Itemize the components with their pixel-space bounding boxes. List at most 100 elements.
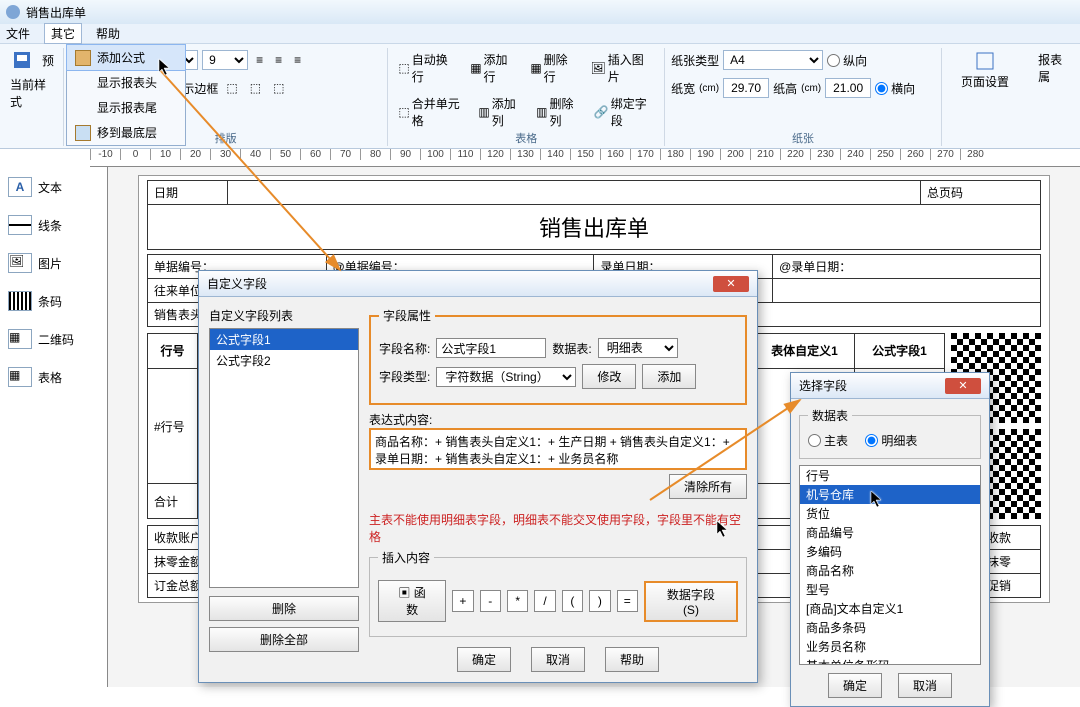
portrait-radio[interactable]: 纵向 <box>827 52 867 69</box>
field-option[interactable]: 商品多条码 <box>800 618 980 637</box>
menu-move-bottom[interactable]: 移到最底层 <box>67 120 185 145</box>
dlg2-ok[interactable]: 确定 <box>828 673 882 698</box>
ruler-vertical <box>90 167 108 687</box>
field-option[interactable]: 货位 <box>800 504 980 523</box>
valign-mid-icon[interactable]: ⬚ <box>246 78 265 98</box>
field-option[interactable]: [商品]文本自定义1 <box>800 599 980 618</box>
dlg2-cancel[interactable]: 取消 <box>898 673 952 698</box>
op-minus[interactable]: - <box>480 590 501 612</box>
insert-fieldset: 插入内容 ▣ 函数 + - * / ( ) = 数据字段(S) <box>369 549 747 637</box>
window-title: 销售出库单 <box>26 4 86 21</box>
palette-barcode[interactable]: 条码 <box>4 287 86 315</box>
bindfield-button[interactable]: 🔗 绑定字段 <box>590 92 658 132</box>
op-plus[interactable]: + <box>452 590 473 612</box>
field-item-2[interactable]: 公式字段2 <box>210 350 358 371</box>
field-option[interactable]: 型号 <box>800 580 980 599</box>
field-option[interactable]: 多编码 <box>800 542 980 561</box>
delcol-button[interactable]: ▥ 删除列 <box>532 92 586 132</box>
autowrap-button[interactable]: ⬚ 自动换行 <box>394 48 462 88</box>
menu-other[interactable]: 其它 <box>44 23 82 44</box>
main-table-radio[interactable]: 主表 <box>808 432 848 449</box>
valign-bot-icon[interactable]: ⬚ <box>269 78 288 98</box>
data-table-select[interactable]: 明细表 <box>598 338 678 358</box>
dlg1-close[interactable]: ✕ <box>713 276 749 292</box>
dlg1-title: 自定义字段 <box>207 275 267 292</box>
cancel-button[interactable]: 取消 <box>531 647 585 672</box>
group-paper-label: 纸张 <box>665 130 941 146</box>
op-rparen[interactable]: ) <box>589 590 610 612</box>
cursor-icon <box>870 490 884 508</box>
paper-select[interactable]: A4 <box>723 50 823 70</box>
detail-table-radio[interactable]: 明细表 <box>865 432 917 449</box>
addrow-button[interactable]: ▦ 添加行 <box>466 48 522 88</box>
op-lparen[interactable]: ( <box>562 590 583 612</box>
ok-button[interactable]: 确定 <box>457 647 511 672</box>
select-field-dialog: 选择字段 ✕ 数据表 主表 明细表 行号机号仓库货位商品编号多编码商品名称型号[商… <box>790 372 990 707</box>
help-button[interactable]: 帮助 <box>605 647 659 672</box>
data-field-button[interactable]: 数据字段(S) <box>644 581 738 622</box>
paper-width-input[interactable] <box>723 78 769 98</box>
layers-icon <box>75 125 91 141</box>
field-option[interactable]: 商品编号 <box>800 523 980 542</box>
field-listbox[interactable]: 公式字段1 公式字段2 <box>209 328 359 588</box>
tool-palette: A文本 线条 🖼图片 条码 ▦二维码 ▦表格 <box>0 167 90 687</box>
fontsize-select[interactable]: 9 <box>202 50 248 70</box>
field-item-1[interactable]: 公式字段1 <box>210 329 358 350</box>
op-mul[interactable]: * <box>507 590 528 612</box>
field-props-fieldset: 字段属性 字段名称: 数据表: 明细表 字段类型: 字符数据（String） 修… <box>369 307 747 405</box>
addcol-button[interactable]: ▥ 添加列 <box>474 92 528 132</box>
op-div[interactable]: / <box>534 590 555 612</box>
field-type-select[interactable]: 字符数据（String） <box>436 367 576 387</box>
menu-bar: 文件 其它 帮助 <box>0 24 1080 44</box>
group-table-label: 表格 <box>388 130 664 146</box>
add-button[interactable]: 添加 <box>642 364 696 389</box>
insertpic-button[interactable]: 🖼 插入图片 <box>586 48 658 88</box>
paper-height-input[interactable] <box>825 78 871 98</box>
modify-button[interactable]: 修改 <box>582 364 636 389</box>
palette-qrcode[interactable]: ▦二维码 <box>4 325 86 353</box>
func-button[interactable]: ▣ 函数 <box>378 580 446 622</box>
menu-help[interactable]: 帮助 <box>96 25 120 42</box>
app-icon <box>6 5 20 19</box>
delrow-button[interactable]: ▦ 删除行 <box>526 48 582 88</box>
reportprop-button[interactable]: 报表属 <box>1034 48 1076 88</box>
title-bar: 销售出库单 <box>0 0 1080 24</box>
palette-line[interactable]: 线条 <box>4 211 86 239</box>
custom-field-dialog: 自定义字段 ✕ 自定义字段列表 公式字段1 公式字段2 删除 删除全部 字段属性 … <box>198 270 758 683</box>
palette-text[interactable]: A文本 <box>4 173 86 201</box>
preview-button[interactable]: 预 <box>38 49 58 72</box>
align-center-icon[interactable]: ≡ <box>271 50 286 70</box>
op-eq[interactable]: = <box>617 590 638 612</box>
field-list-label: 自定义字段列表 <box>209 307 359 324</box>
field-option[interactable]: 业务员名称 <box>800 637 980 656</box>
field-name-input[interactable] <box>436 338 546 358</box>
cursor-icon <box>158 58 172 76</box>
delete-field-button[interactable]: 删除 <box>209 596 359 621</box>
delete-all-button[interactable]: 删除全部 <box>209 627 359 652</box>
field-select-list[interactable]: 行号机号仓库货位商品编号多编码商品名称型号[商品]文本自定义1商品多条码业务员名… <box>799 465 981 665</box>
save-icon[interactable] <box>10 49 34 71</box>
field-option[interactable]: 机号仓库 <box>800 485 980 504</box>
dlg2-title: 选择字段 <box>799 377 847 394</box>
current-style-label: 当前样式 <box>10 76 57 110</box>
formula-icon <box>75 50 91 66</box>
field-option[interactable]: 商品名称 <box>800 561 980 580</box>
field-option[interactable]: 基本单位条形码 <box>800 656 980 665</box>
table-choice: 数据表 主表 明细表 <box>799 407 981 459</box>
align-left-icon[interactable]: ≡ <box>252 50 267 70</box>
report-title: 销售出库单 <box>148 205 1041 250</box>
clear-all-button[interactable]: 清除所有 <box>669 474 747 499</box>
pagesetup-button[interactable]: 页面设置 <box>957 48 1013 93</box>
align-right-icon[interactable]: ≡ <box>290 50 305 70</box>
menu-show-footer[interactable]: 显示报表尾 <box>67 95 185 120</box>
landscape-radio[interactable]: 横向 <box>875 80 915 97</box>
mergecells-button[interactable]: ⬚ 合并单元格 <box>394 92 470 132</box>
field-option[interactable]: 行号 <box>800 466 980 485</box>
dlg2-close[interactable]: ✕ <box>945 378 981 394</box>
palette-table[interactable]: ▦表格 <box>4 363 86 391</box>
valign-top-icon[interactable]: ⬚ <box>222 78 241 98</box>
expression-area[interactable]: 商品名称：+ 销售表头自定义1：+ 生产日期 + 销售表头自定义1：+ 录单日期… <box>369 428 747 470</box>
palette-image[interactable]: 🖼图片 <box>4 249 86 277</box>
menu-file[interactable]: 文件 <box>6 25 30 42</box>
cursor-icon <box>716 520 730 538</box>
